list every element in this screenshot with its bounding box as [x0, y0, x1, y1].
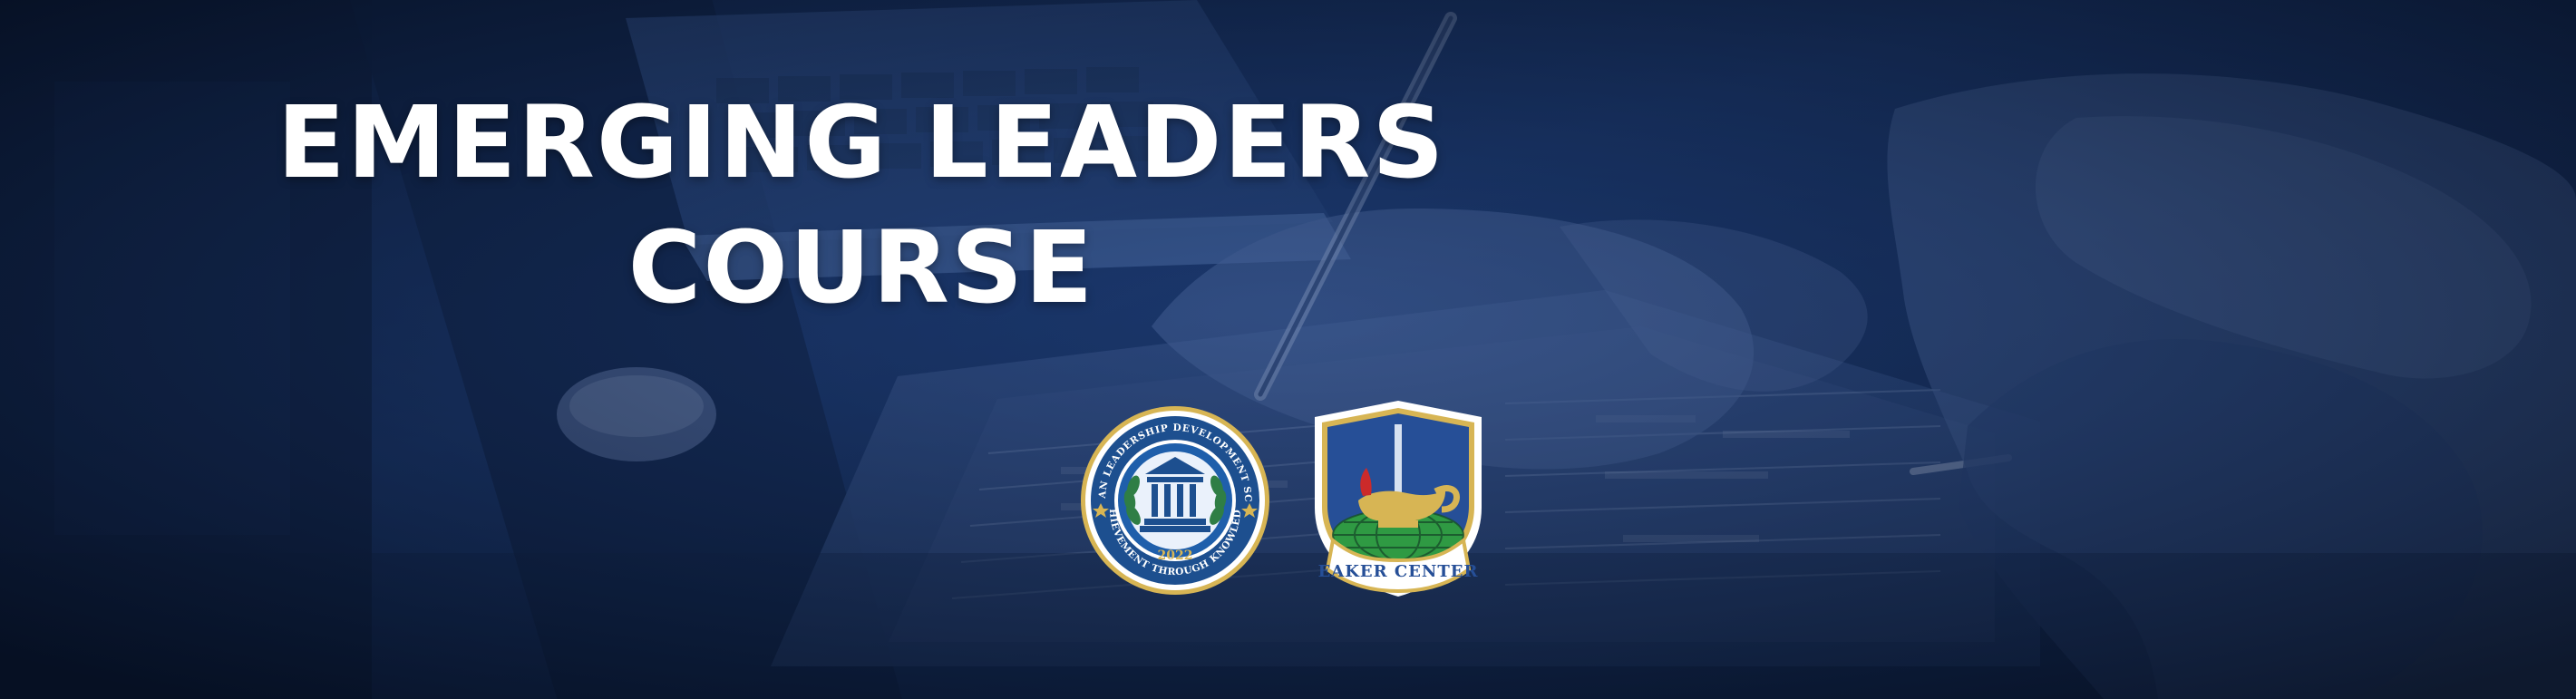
course-banner: EMERGING LEADERS COURSE AN LEADERSHIP DE…	[0, 0, 2576, 699]
eaker-center-shield: EAKER CENTER	[1315, 401, 1482, 597]
title-line-1: EMERGING LEADERS	[277, 84, 1446, 200]
title-line-2: COURSE	[627, 209, 1095, 325]
logo-group: CIVILIAN LEADERSHIP DEVELOPMENT SCHOOL A…	[1077, 397, 1502, 606]
shield-name: EAKER CENTER	[1318, 562, 1479, 581]
course-title: EMERGING LEADERS COURSE	[0, 80, 1723, 330]
seal-year: 2022	[1158, 549, 1193, 563]
civilian-leadership-seal: CIVILIAN LEADERSHIP DEVELOPMENT SCHOOL A…	[1077, 403, 1269, 595]
